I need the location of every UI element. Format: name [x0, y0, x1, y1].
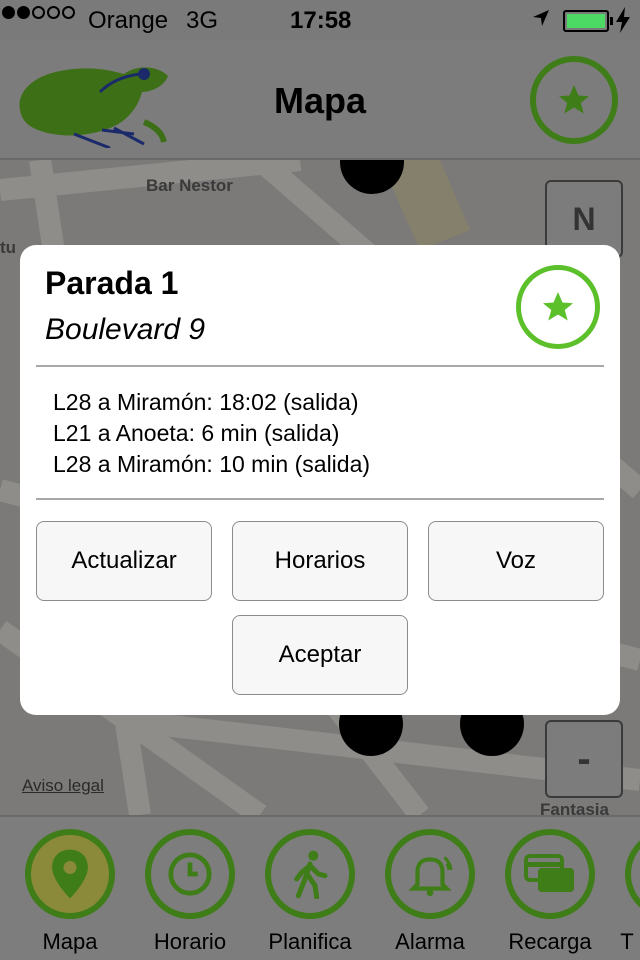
stop-name: Parada 1 — [45, 265, 179, 301]
tab-label: Horario — [153, 929, 227, 954]
voice-button[interactable]: Voz — [428, 521, 604, 601]
clock: 17:58 — [290, 7, 352, 34]
tab-bar: Mapa Horario Planifica Alarma Recarga T — [0, 815, 640, 960]
tab-more[interactable]: T — [610, 829, 640, 959]
app-header: Mapa — [0, 40, 640, 160]
tab-label: Planifica — [268, 929, 352, 954]
map-label: tu — [0, 238, 17, 257]
refresh-button[interactable]: Actualizar — [36, 521, 212, 601]
status-bar: Orange 3G 17:58 — [0, 0, 640, 40]
tab-mapa[interactable]: Mapa — [10, 829, 130, 959]
favorites-button[interactable] — [530, 56, 618, 144]
map-label: Bar Nestor — [146, 176, 233, 195]
clock-icon — [168, 852, 212, 896]
tab-label: T — [620, 929, 634, 954]
tab-horario[interactable]: Horario — [130, 829, 250, 959]
add-favorite-button[interactable] — [516, 265, 600, 349]
schedule-button[interactable]: Horarios — [232, 521, 408, 601]
card-icon — [524, 854, 574, 892]
arrival-times-list: L28 a Miramón: 18:02 (salida) L21 a Anoe… — [53, 387, 370, 480]
network-label: 3G — [186, 7, 219, 34]
charging-bolt-icon — [616, 7, 630, 33]
legal-link[interactable]: Aviso legal — [22, 776, 104, 796]
signal-strength-icon — [2, 6, 77, 19]
tab-planifica[interactable]: Planifica — [250, 829, 370, 959]
star-icon — [559, 85, 589, 114]
tab-label: Mapa — [42, 929, 98, 954]
star-icon — [543, 292, 573, 321]
bell-icon — [408, 856, 453, 897]
divider — [36, 365, 604, 367]
stop-street: Boulevard 9 — [45, 313, 206, 346]
map-pin-icon — [52, 849, 88, 899]
map-label: Fantasia — [540, 800, 609, 815]
arrival-time-row: L28 a Miramón: 18:02 (salida) — [53, 389, 359, 415]
accept-button[interactable]: Aceptar — [232, 615, 408, 695]
battery-icon — [563, 10, 613, 32]
arrival-time-row: L21 a Anoeta: 6 min (salida) — [53, 420, 340, 446]
walking-person-icon — [294, 850, 328, 899]
arrival-time-row: L28 a Miramón: 10 min (salida) — [53, 451, 371, 477]
divider — [36, 498, 604, 500]
zoom-out-button[interactable]: - — [545, 720, 623, 798]
carrier-label: Orange — [88, 7, 169, 34]
tab-label: Alarma — [395, 929, 465, 954]
location-arrow-icon — [533, 10, 549, 26]
stop-info-dialog: Parada 1 Boulevard 9 L28 a Miramón: 18:0… — [20, 245, 620, 715]
tab-alarma[interactable]: Alarma — [370, 829, 490, 959]
